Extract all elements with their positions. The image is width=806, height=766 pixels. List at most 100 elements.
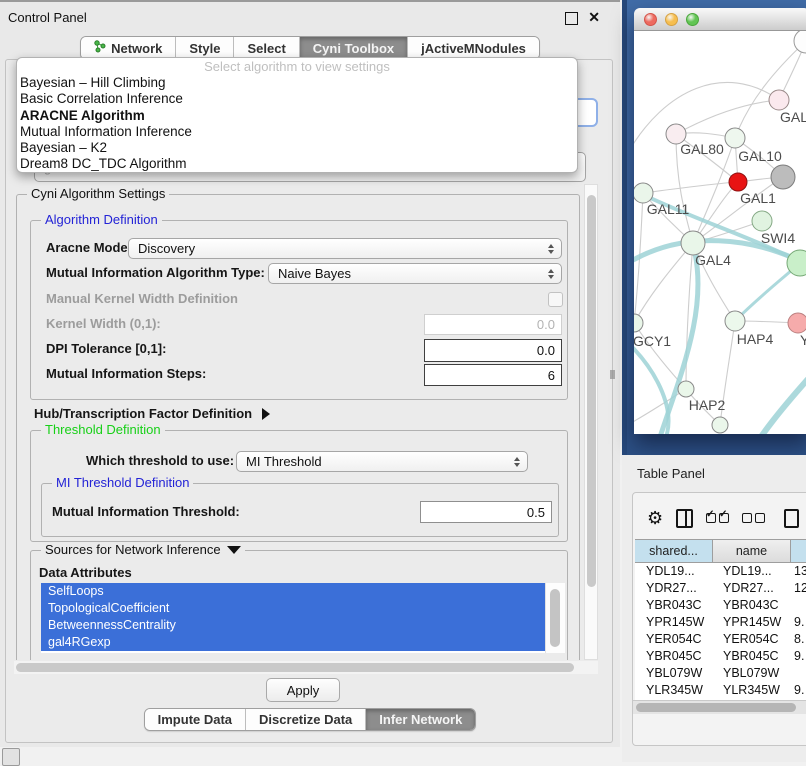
network-node[interactable] xyxy=(712,417,728,433)
tab-label: Cyni Toolbox xyxy=(313,41,394,56)
manual-kernel-checkbox[interactable] xyxy=(548,292,563,307)
table-row[interactable]: YER054CYER054C8. xyxy=(635,631,806,648)
tab-impute-data[interactable]: Impute Data xyxy=(145,709,245,730)
group-title: MI Threshold Definition xyxy=(52,475,193,490)
hub-definition-toggle[interactable]: Hub/Transcription Factor Definition xyxy=(34,406,270,422)
table-horizontal-scrollbar[interactable] xyxy=(633,700,806,714)
tab-style[interactable]: Style xyxy=(175,37,233,59)
table-row[interactable]: YBR045CYBR045C9. xyxy=(635,648,806,665)
table-row[interactable]: YBR043CYBR043C xyxy=(635,597,806,614)
table-cell: YLR345W xyxy=(713,682,791,699)
sources-toggle[interactable]: Sources for Network Inference xyxy=(41,542,245,557)
table-cell: YBL079W xyxy=(713,665,791,682)
network-node-y[interactable] xyxy=(788,313,806,333)
scrollbar-thumb[interactable] xyxy=(550,589,560,647)
select-all-checkboxes-icon[interactable] xyxy=(706,513,729,523)
table-row[interactable]: YPR145WYPR145W9. xyxy=(635,614,806,631)
network-node[interactable] xyxy=(771,165,795,189)
node-label-gal1: GAL1 xyxy=(740,190,776,206)
algorithm-dropdown-popup: Select algorithm to view settings Bayesi… xyxy=(16,57,578,173)
list-scrollbar[interactable] xyxy=(545,583,565,653)
dropdown-placeholder: Select algorithm to view settings xyxy=(17,58,577,75)
table-row[interactable]: YBL079WYBL079W xyxy=(635,665,806,682)
dropdown-item-basic-correlation-inference[interactable]: Basic Correlation Inference xyxy=(17,91,577,107)
table-row[interactable]: YDL19...YDL19...13 xyxy=(635,563,806,580)
network-edge xyxy=(634,389,686,424)
table-cell: YBL079W xyxy=(635,665,713,682)
dpi-tolerance-value: 0.0 xyxy=(537,343,555,358)
dpi-tolerance-input[interactable]: 0.0 xyxy=(424,339,562,362)
mi-type-combo[interactable]: Naive Bayes xyxy=(268,263,562,284)
network-node-gal1[interactable] xyxy=(752,211,772,231)
table-cell: YBR045C xyxy=(635,648,713,665)
minimized-panel-icon[interactable] xyxy=(2,748,20,766)
network-node-gal[interactable] xyxy=(769,90,789,110)
panel-splitter-handle[interactable] xyxy=(610,370,615,379)
dropdown-item-bayesian-hill-climbing[interactable]: Bayesian – Hill Climbing xyxy=(17,75,577,91)
combo-stepper-icon xyxy=(548,244,554,254)
column-header-3[interactable] xyxy=(791,540,806,562)
node-label-gal10: GAL10 xyxy=(738,148,782,164)
network-edge xyxy=(643,182,738,193)
minimize-traffic-light-icon[interactable] xyxy=(665,13,678,26)
column-header-shared[interactable]: shared... xyxy=(635,540,713,562)
tab-cyni-toolbox[interactable]: Cyni Toolbox xyxy=(299,37,407,59)
float-window-icon[interactable] xyxy=(565,12,578,25)
network-view-window[interactable]: GALGAL80GAL10GAL11GAL1SWI4GAL4GCY1HAP4YH… xyxy=(634,8,806,434)
tab-network[interactable]: Network xyxy=(81,37,175,59)
tab-discretize-data[interactable]: Discretize Data xyxy=(245,709,365,730)
tab-jactivemnodules[interactable]: jActiveMNodules xyxy=(407,37,539,59)
settings-vertical-scrollbar[interactable] xyxy=(584,184,598,660)
column-header-name[interactable]: name xyxy=(713,540,791,562)
scrollbar-thumb[interactable] xyxy=(636,703,796,712)
attribute-item-gal4rgexp[interactable]: gal4RGexp xyxy=(41,634,546,651)
split-columns-icon[interactable] xyxy=(676,509,693,528)
table-cell: YER054C xyxy=(713,631,791,648)
chevron-down-icon xyxy=(227,546,241,554)
dropdown-item-aracne-algorithm[interactable]: ARACNE Algorithm xyxy=(17,108,577,124)
group-title: Algorithm Definition xyxy=(41,212,162,227)
table-row[interactable]: YLR345WYLR345W9. xyxy=(635,682,806,699)
network-node-hap2[interactable] xyxy=(678,381,694,397)
mi-steps-input[interactable]: 6 xyxy=(424,364,562,386)
table-row[interactable]: YDR27...YDR27...12 xyxy=(635,580,806,597)
scrollbar-thumb[interactable] xyxy=(587,195,596,587)
network-window-titlebar[interactable] xyxy=(634,8,806,31)
network-node-gal10[interactable] xyxy=(725,128,745,148)
table-cell: YDL19... xyxy=(713,563,791,580)
mi-threshold-input[interactable]: 0.5 xyxy=(420,501,552,523)
tab-infer-network[interactable]: Infer Network xyxy=(365,709,475,730)
network-edge xyxy=(676,100,779,134)
tab-select[interactable]: Select xyxy=(233,37,298,59)
apply-button[interactable]: Apply xyxy=(266,678,340,702)
which-threshold-value: MI Threshold xyxy=(246,454,322,469)
aracne-mode-value: Discovery xyxy=(138,241,195,256)
close-traffic-light-icon[interactable] xyxy=(644,13,657,26)
network-canvas[interactable]: GALGAL80GAL10GAL11GAL1SWI4GAL4GCY1HAP4YH… xyxy=(634,31,806,434)
close-icon[interactable]: ✕ xyxy=(588,9,600,26)
scrollbar-thumb[interactable] xyxy=(16,663,574,672)
attribute-item-betweennesscentrality[interactable]: BetweennessCentrality xyxy=(41,617,546,634)
document-icon[interactable] xyxy=(784,509,799,528)
zoom-traffic-light-icon[interactable] xyxy=(686,13,699,26)
data-attributes-list[interactable]: SelfLoopsTopologicalCoefficientBetweenne… xyxy=(41,583,565,653)
network-node-gcy1[interactable] xyxy=(634,314,643,332)
aracne-mode-combo[interactable]: Discovery xyxy=(128,238,562,259)
kernel-width-input[interactable]: 0.0 xyxy=(424,314,562,335)
node-label-hap4: HAP4 xyxy=(737,331,774,347)
settings-horizontal-scrollbar[interactable] xyxy=(14,661,598,674)
which-threshold-combo[interactable]: MI Threshold xyxy=(236,451,528,472)
network-node[interactable] xyxy=(794,31,806,53)
attribute-item-topologicalcoefficient[interactable]: TopologicalCoefficient xyxy=(41,600,546,617)
network-node[interactable] xyxy=(729,173,747,191)
attribute-item-selfloops[interactable]: SelfLoops xyxy=(41,583,546,600)
network-node-hap4[interactable] xyxy=(725,311,745,331)
network-node-gal11[interactable] xyxy=(634,183,653,203)
gear-icon[interactable]: ⚙ xyxy=(647,509,663,527)
node-table-container: ⚙ shared...name YDL19...YDL19...13YDR27.… xyxy=(632,492,806,746)
network-edge-teal xyxy=(742,379,806,434)
deselect-all-checkboxes-icon[interactable] xyxy=(742,513,765,523)
dropdown-item-bayesian-k2[interactable]: Bayesian – K2 xyxy=(17,140,577,156)
dropdown-item-dream8-dc-tdc-algorithm[interactable]: Dream8 DC_TDC Algorithm xyxy=(17,156,577,172)
dropdown-item-mutual-information-inference[interactable]: Mutual Information Inference xyxy=(17,124,577,140)
